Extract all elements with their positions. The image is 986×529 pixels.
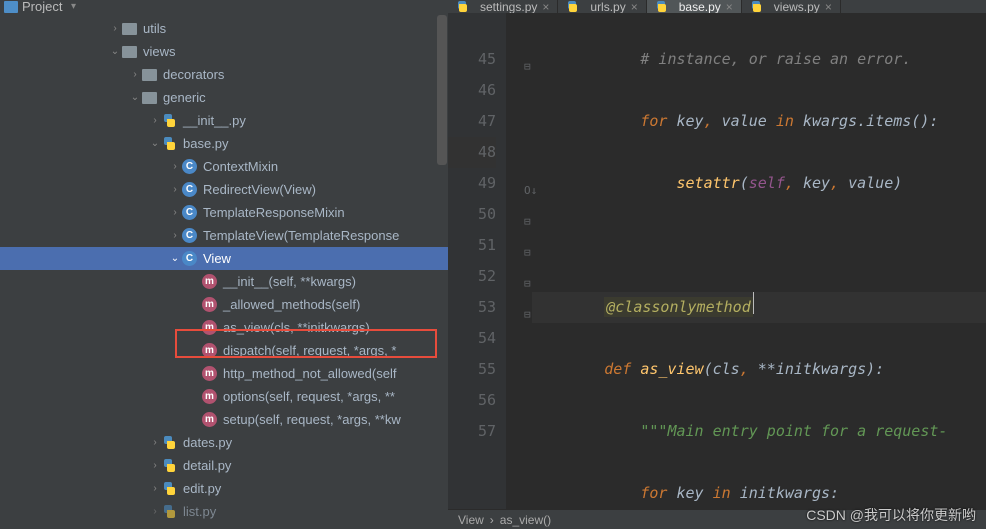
tree-item-generic[interactable]: ⌄generic	[0, 86, 448, 109]
tree-scrollbar[interactable]	[437, 15, 447, 165]
python-file-icon	[456, 0, 469, 13]
tree-method-allowed[interactable]: m_allowed_methods(self)	[0, 293, 448, 316]
method-icon: m	[202, 389, 217, 404]
chevron-right-icon: ›	[168, 161, 182, 172]
text-cursor	[753, 292, 754, 314]
tab-base[interactable]: base.py×	[647, 0, 742, 13]
tree-method-dispatch[interactable]: mdispatch(self, request, *args, *	[0, 339, 448, 362]
close-icon[interactable]: ×	[542, 0, 549, 13]
tab-views[interactable]: views.py×	[742, 0, 841, 13]
tree-method-options[interactable]: moptions(self, request, *args, **	[0, 385, 448, 408]
method-icon: m	[202, 412, 217, 427]
chevron-right-icon: ›	[168, 207, 182, 218]
python-file-icon	[162, 435, 177, 450]
python-file-icon	[162, 113, 177, 128]
tree-item-init[interactable]: ›__init__.py	[0, 109, 448, 132]
python-file-icon	[566, 0, 579, 13]
chevron-right-icon: ›	[168, 184, 182, 195]
editor-panel: settings.py× urls.py× base.py× views.py×…	[448, 0, 986, 529]
gutter: 45 46 47 48 49 50 51 52 53 54 55 56 57 O…	[448, 13, 506, 509]
tree-method-asview[interactable]: mas_view(cls, **initkwargs)	[0, 316, 448, 339]
method-icon: m	[202, 320, 217, 335]
folder-icon	[142, 69, 157, 81]
folder-icon	[122, 46, 137, 58]
chevron-right-icon: ›	[148, 115, 162, 126]
python-file-icon	[162, 136, 177, 151]
project-header[interactable]: Project ▾	[0, 0, 448, 13]
class-icon: C	[182, 182, 197, 197]
tab-urls[interactable]: urls.py×	[558, 0, 646, 13]
tree-item-edit[interactable]: ›edit.py	[0, 477, 448, 500]
close-icon[interactable]: ×	[726, 0, 733, 13]
tree-method-init[interactable]: m__init__(self, **kwargs)	[0, 270, 448, 293]
tree-item-decorators[interactable]: ›decorators	[0, 63, 448, 86]
tree-class-templateresponse[interactable]: ›CTemplateResponseMixin	[0, 201, 448, 224]
tree-item-utils[interactable]: ›utils	[0, 17, 448, 40]
chevron-right-icon: ›	[168, 230, 182, 241]
folder-icon	[122, 23, 137, 35]
tree-class-view[interactable]: ⌄CView	[0, 247, 448, 270]
chevron-down-icon: ⌄	[168, 253, 182, 264]
chevron-right-icon: ›	[128, 69, 142, 80]
chevron-right-icon: ›	[108, 23, 122, 34]
close-icon[interactable]: ×	[825, 0, 832, 13]
tree-method-http[interactable]: mhttp_method_not_allowed(self	[0, 362, 448, 385]
python-file-icon	[750, 0, 763, 13]
method-icon: m	[202, 297, 217, 312]
method-icon: m	[202, 366, 217, 381]
python-file-icon	[162, 481, 177, 496]
chevron-right-icon: ›	[148, 506, 162, 517]
chevron-down-icon: ⌄	[128, 92, 142, 103]
project-icon	[4, 1, 18, 13]
tree-item-views[interactable]: ⌄views	[0, 40, 448, 63]
folder-icon	[142, 92, 157, 104]
watermark: CSDN @我可以将你更新哟	[806, 505, 976, 525]
chevron-down-icon: ⌄	[108, 46, 122, 57]
tree-class-redirectview[interactable]: ›CRedirectView(View)	[0, 178, 448, 201]
python-file-icon	[655, 0, 668, 13]
project-label: Project	[22, 0, 62, 13]
chevron-right-icon: ›	[148, 483, 162, 494]
class-icon: C	[182, 205, 197, 220]
project-tree[interactable]: ›utils ⌄views ›decorators ⌄generic ›__in…	[0, 13, 448, 529]
tree-class-templateview[interactable]: ›CTemplateView(TemplateResponse	[0, 224, 448, 247]
close-icon[interactable]: ×	[631, 0, 638, 13]
tab-settings[interactable]: settings.py×	[448, 0, 558, 13]
chevron-right-icon: ›	[148, 460, 162, 471]
tree-item-base[interactable]: ⌄base.py	[0, 132, 448, 155]
breadcrumb-view[interactable]: View	[458, 513, 484, 527]
tree-item-list[interactable]: ›list.py	[0, 500, 448, 523]
editor-tabs: settings.py× urls.py× base.py× views.py×	[448, 0, 986, 13]
code-editor[interactable]: 45 46 47 48 49 50 51 52 53 54 55 56 57 O…	[448, 13, 986, 509]
method-icon: m	[202, 274, 217, 289]
tree-item-dates[interactable]: ›dates.py	[0, 431, 448, 454]
python-file-icon	[162, 458, 177, 473]
tree-class-contextmixin[interactable]: ›CContextMixin	[0, 155, 448, 178]
method-icon: m	[202, 343, 217, 358]
breadcrumb-asview[interactable]: as_view()	[500, 513, 551, 527]
tree-item-detail[interactable]: ›detail.py	[0, 454, 448, 477]
class-icon: C	[182, 251, 197, 266]
chevron-down-icon: ▾	[66, 1, 80, 12]
code-area[interactable]: # instance, or raise an error. for key, …	[506, 13, 986, 509]
class-icon: C	[182, 159, 197, 174]
chevron-right-icon: ›	[490, 513, 494, 527]
class-icon: C	[182, 228, 197, 243]
python-file-icon	[162, 504, 177, 519]
chevron-right-icon: ›	[148, 437, 162, 448]
tree-method-setup[interactable]: msetup(self, request, *args, **kw	[0, 408, 448, 431]
chevron-down-icon: ⌄	[148, 138, 162, 149]
project-tree-panel: Project ▾ ›utils ⌄views ›decorators ⌄gen…	[0, 0, 448, 529]
